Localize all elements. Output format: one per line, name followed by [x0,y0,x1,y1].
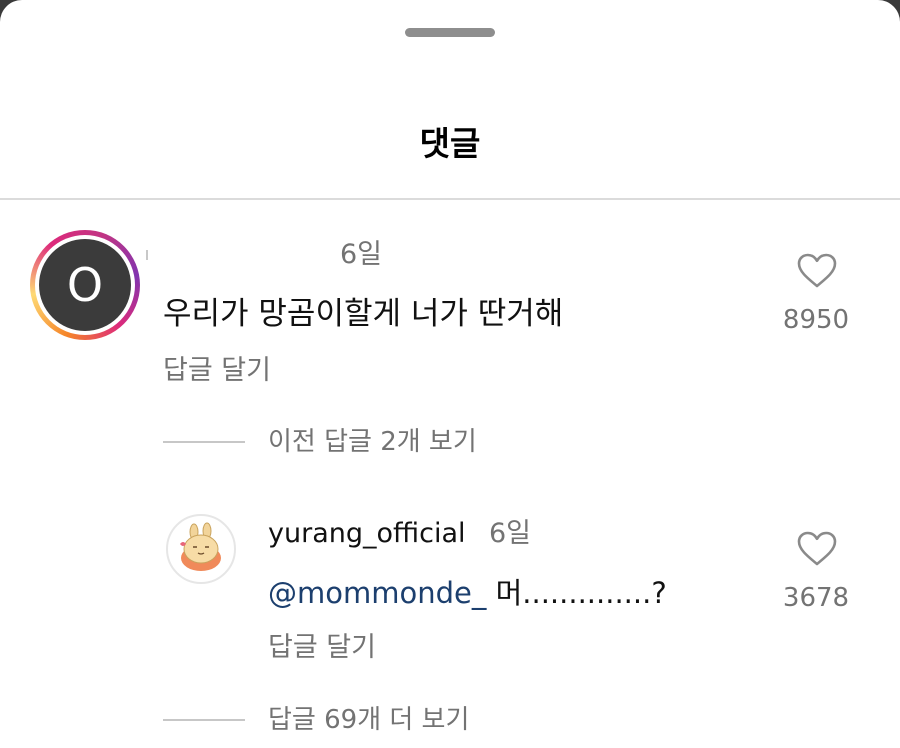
comments-sheet: 댓글 O 6일 우리가 망곰이할게 너가 딴거해 답글 달기 8950 이전 답… [0,0,900,748]
rabbit-character-icon [180,522,221,571]
avatar-letter: O [39,239,131,331]
view-more-replies[interactable]: 답글 69개 더 보기 [268,704,469,736]
reply-text: @mommonde_ 머..............? [268,575,667,611]
like-count: 3678 [782,583,850,613]
like-count: 8950 [782,305,850,335]
mention-link[interactable]: @mommonde_ [268,576,486,610]
thread-line [163,441,245,443]
heart-icon[interactable] [797,531,837,567]
reply-reply-button[interactable]: 답글 달기 [268,631,376,665]
sheet-drag-handle[interactable] [405,28,495,37]
avatar-ring-gap: O [35,235,135,335]
header-divider [0,198,900,200]
sheet-title: 댓글 [419,124,481,163]
view-previous-replies[interactable]: 이전 답글 2개 보기 [268,426,477,458]
heart-icon[interactable] [797,253,837,289]
reply-avatar[interactable] [166,514,236,584]
reply-body: 머..............? [486,576,667,610]
reply-button[interactable]: 답글 달기 [163,354,271,388]
thread-line [163,719,245,721]
comment-time: 6일 [340,239,383,270]
comment-text: 우리가 망곰이할게 너가 딴거해 [163,296,564,332]
username-placeholder [146,250,148,260]
comment-avatar[interactable]: O [30,230,140,340]
reply-time: 6일 [489,518,532,549]
reply-username[interactable]: yurang_official [268,517,466,551]
